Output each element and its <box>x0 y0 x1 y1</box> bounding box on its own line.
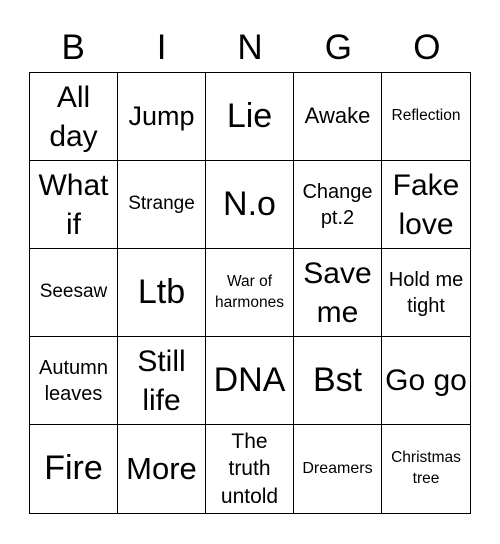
bingo-cell[interactable]: The truth untold <box>206 425 294 513</box>
bingo-cell[interactable]: Awake <box>294 73 382 161</box>
bingo-cell[interactable]: Change pt.2 <box>294 161 382 249</box>
bingo-cell[interactable]: DNA <box>206 337 294 425</box>
bingo-cell[interactable]: War of harmones <box>206 249 294 337</box>
bingo-cell[interactable]: Bst <box>294 337 382 425</box>
bingo-cell[interactable]: Lie <box>206 73 294 161</box>
bingo-cell[interactable]: Go go <box>382 337 470 425</box>
bingo-cell[interactable]: Still life <box>118 337 206 425</box>
bingo-cell[interactable]: What if <box>30 161 118 249</box>
header-letter-o: O <box>413 28 441 67</box>
header-letter-i: I <box>156 28 167 67</box>
bingo-cell[interactable]: Ltb <box>118 249 206 337</box>
bingo-cell[interactable]: More <box>118 425 206 513</box>
bingo-cell[interactable]: Hold me tight <box>382 249 470 337</box>
bingo-cell[interactable]: Seesaw <box>30 249 118 337</box>
header-letter-b: B <box>61 28 85 67</box>
bingo-cell[interactable]: Save me <box>294 249 382 337</box>
bingo-cell[interactable]: All day <box>30 73 118 161</box>
bingo-card: All day Jump Lie Awake Reflection What i… <box>29 72 471 514</box>
bingo-cell[interactable]: Dreamers <box>294 425 382 513</box>
bingo-cell[interactable]: Fire <box>30 425 118 513</box>
bingo-cell[interactable]: Autumn leaves <box>30 337 118 425</box>
bingo-cell[interactable]: Fake love <box>382 161 470 249</box>
bingo-cell[interactable]: Strange <box>118 161 206 249</box>
header-letter-g: G <box>324 28 353 67</box>
bingo-cell[interactable]: Christmas tree <box>382 425 470 513</box>
bingo-cell[interactable]: N.o <box>206 161 294 249</box>
bingo-header: B I N G O <box>29 26 471 70</box>
header-letter-n: N <box>237 28 263 67</box>
bingo-cell[interactable]: Reflection <box>382 73 470 161</box>
bingo-cell[interactable]: Jump <box>118 73 206 161</box>
